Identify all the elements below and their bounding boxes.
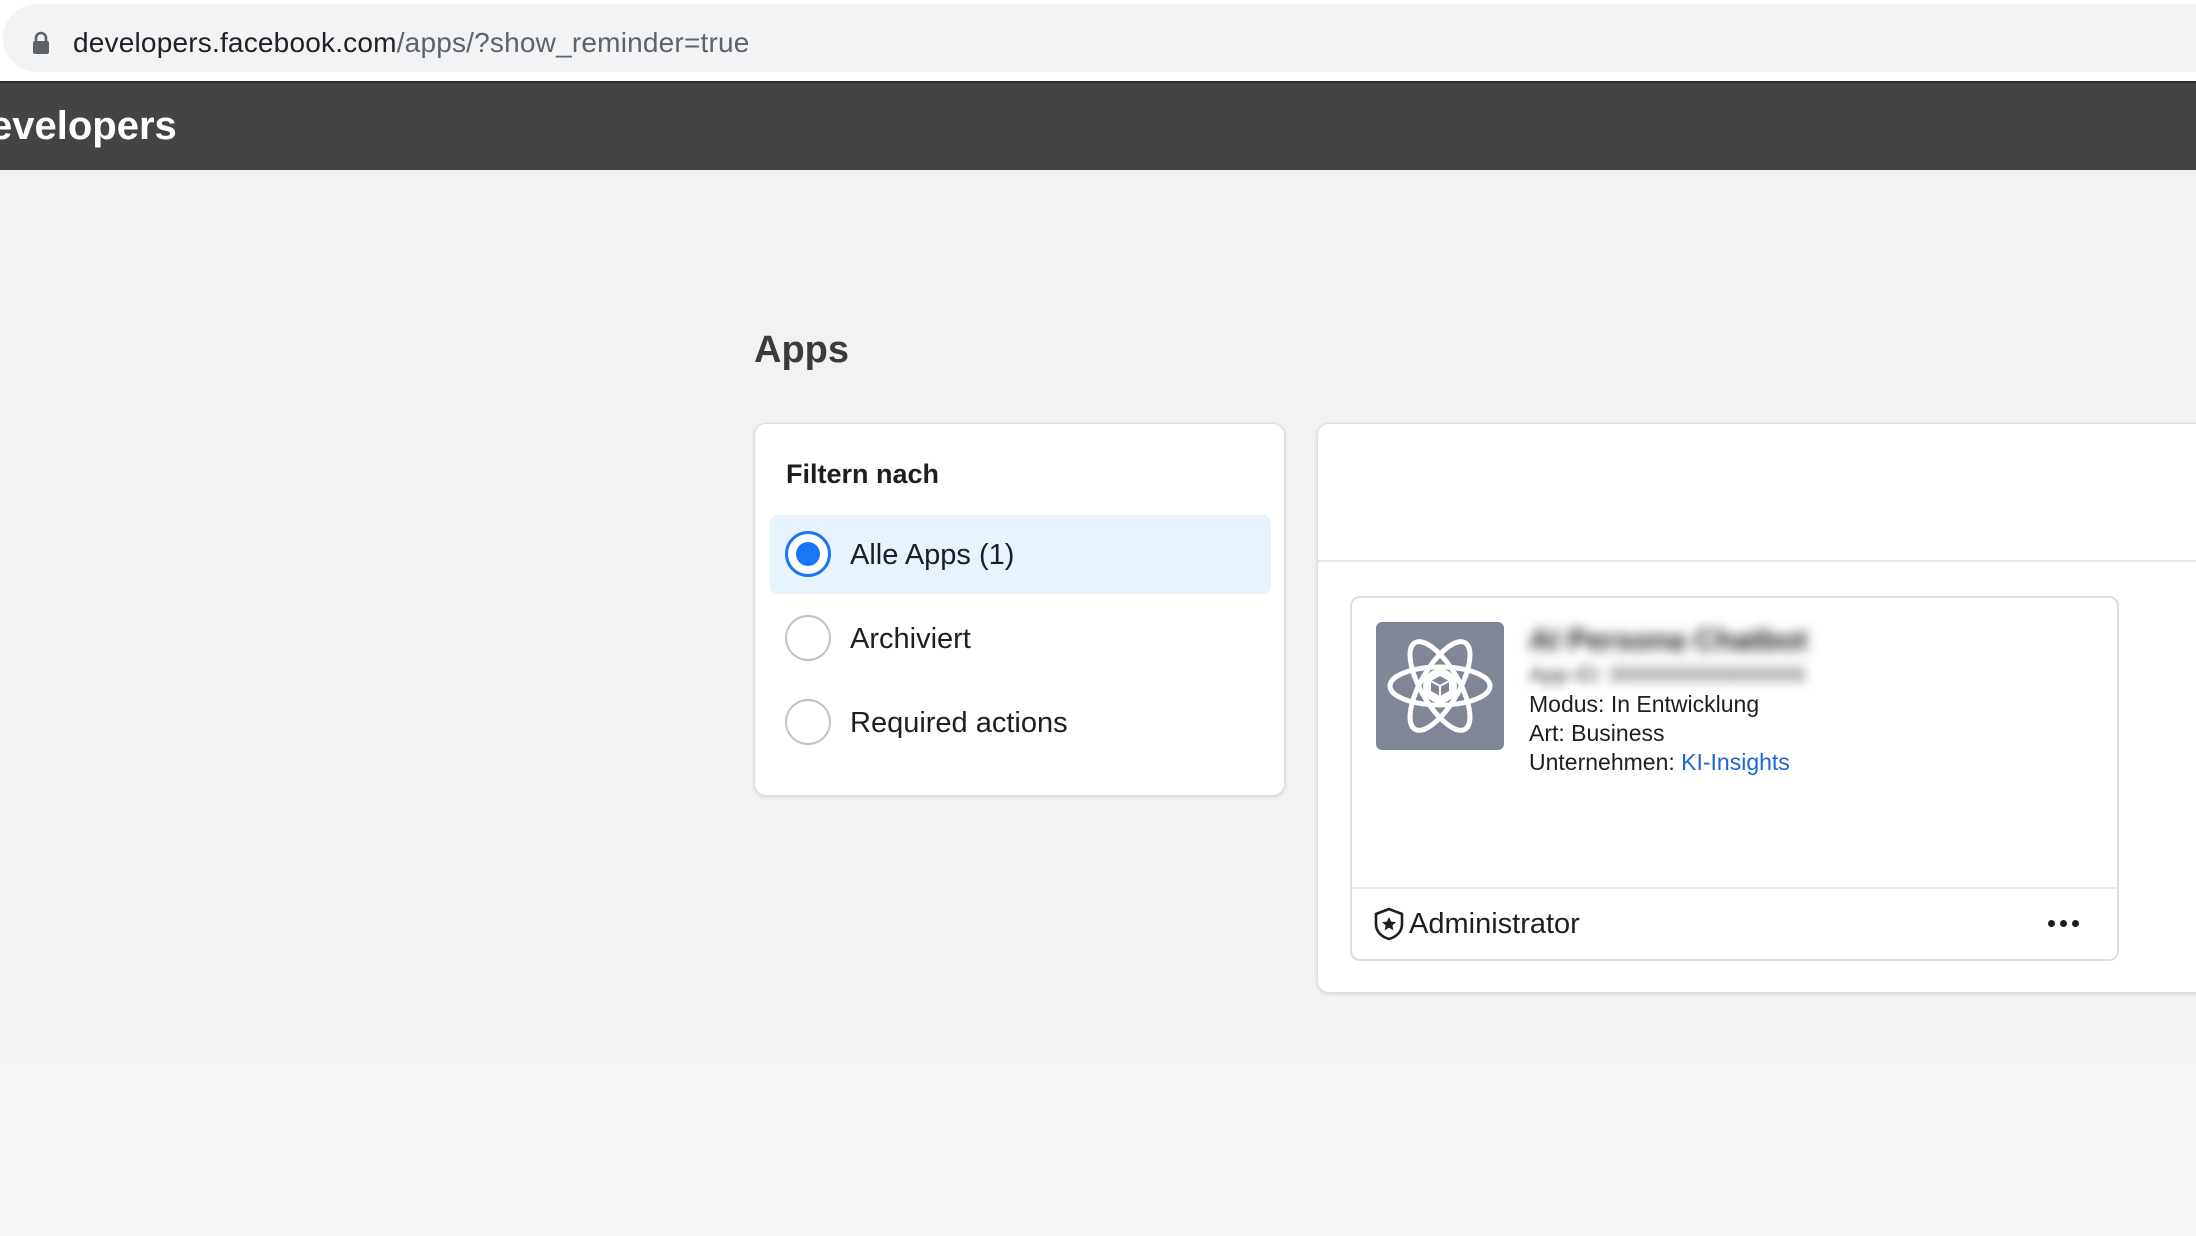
role-label: Administrator xyxy=(1409,908,1580,940)
app-mode: Modus: In Entwicklung xyxy=(1529,690,1759,719)
brand-logo-text[interactable]: evelopers xyxy=(0,102,177,150)
atom-cube-icon xyxy=(1376,622,1504,750)
filter-option-label: Archiviert xyxy=(850,623,971,655)
radio-button[interactable] xyxy=(785,615,831,661)
filter-option-archived[interactable]: Archiviert xyxy=(770,599,1271,678)
lock-icon[interactable] xyxy=(32,31,50,55)
type-value: Business xyxy=(1571,720,1665,746)
filter-card: Filtern nach Alle Apps (1) Archiviert Re… xyxy=(754,423,1285,796)
url-path: /apps/?show_reminder=true xyxy=(396,27,750,58)
mode-label: Modus: xyxy=(1529,691,1611,717)
app-card[interactable]: AI Persona Chatbot App-ID: 0000000000000… xyxy=(1350,596,2119,961)
radio-button-checked[interactable] xyxy=(785,531,831,577)
filter-option-label: Alle Apps (1) xyxy=(850,539,1015,571)
filter-option-all-apps[interactable]: Alle Apps (1) xyxy=(770,515,1271,594)
url-text[interactable]: developers.facebook.com/apps/?show_remin… xyxy=(73,24,750,62)
app-name[interactable]: AI Persona Chatbot xyxy=(1529,624,1807,658)
company-link[interactable]: KI-Insights xyxy=(1681,749,1790,775)
app-id: App-ID: 0000000000000000 xyxy=(1529,662,1806,687)
company-label: Unternehmen: xyxy=(1529,749,1682,775)
page-title: Apps xyxy=(754,329,849,371)
panel-divider xyxy=(1318,560,2196,562)
app-type: Art: Business xyxy=(1529,719,1665,748)
filter-option-required-actions[interactable]: Required actions xyxy=(770,683,1271,762)
radio-button[interactable] xyxy=(785,699,831,745)
filter-option-label: Required actions xyxy=(850,707,1068,739)
shield-star-icon xyxy=(1374,907,1404,941)
card-footer-divider xyxy=(1352,887,2117,889)
apps-panel: AI Persona Chatbot App-ID: 0000000000000… xyxy=(1317,423,2196,993)
browser-url-bar: developers.facebook.com/apps/?show_remin… xyxy=(0,0,2196,82)
main-content: Apps Filtern nach Alle Apps (1) Archivie… xyxy=(0,170,2196,1057)
address-field[interactable]: developers.facebook.com/apps/?show_remin… xyxy=(3,4,2196,72)
filter-heading: Filtern nach xyxy=(786,459,940,489)
url-host: developers.facebook.com xyxy=(73,27,397,58)
type-label: Art: xyxy=(1529,720,1572,746)
top-navigation-bar: evelopers xyxy=(0,83,2196,170)
page-bottom-area xyxy=(0,1057,2196,1236)
app-company: Unternehmen: KI-Insights xyxy=(1529,748,1790,777)
more-dots-icon[interactable] xyxy=(2039,901,2089,945)
mode-value: In Entwicklung xyxy=(1610,691,1760,717)
